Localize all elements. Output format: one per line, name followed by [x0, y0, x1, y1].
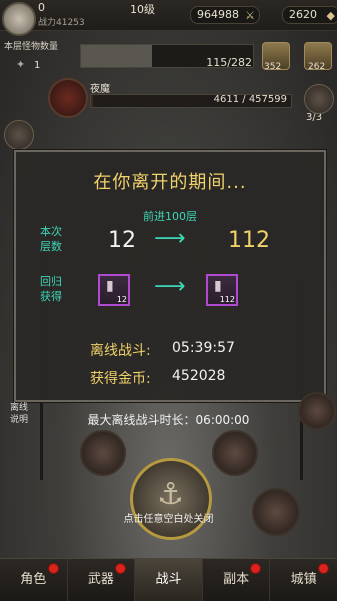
skill-button[interactable] — [298, 392, 336, 430]
item-new-count: 112 — [219, 295, 235, 304]
boss-hp-bar: 4611 / 457599 — [90, 94, 292, 108]
modal-title: 在你离开的期间... — [93, 172, 247, 193]
notification-dot — [115, 563, 127, 574]
resource-pill-2[interactable]: 2620 ◆ — [282, 6, 337, 24]
arrow-right-icon: ⟶ — [154, 226, 186, 251]
tab-town[interactable]: 城镇 — [270, 559, 337, 601]
monster-count-label: 本层怪物数量 — [4, 42, 59, 52]
side-menu-button[interactable] — [304, 84, 334, 114]
close-hint: 点击任意空白处关闭 — [123, 514, 214, 525]
bottom-nav: 角色 武器 战斗 副本 城镇 — [0, 558, 337, 601]
skill-button[interactable] — [80, 430, 126, 476]
tab-weapons[interactable]: 武器 — [68, 559, 136, 601]
tab-label: 角色 — [20, 572, 47, 587]
boss-avatar — [48, 78, 88, 118]
offline-battle-value: 05:39:57 — [172, 340, 235, 356]
return-rewards-label: 回归获得 — [40, 275, 62, 303]
side-menu-button[interactable] — [4, 120, 34, 150]
tab-label: 城镇 — [290, 572, 317, 587]
boss-name: 夜魔 — [90, 84, 110, 95]
tab-battle[interactable]: 战斗 — [135, 559, 203, 601]
skill-button[interactable] — [212, 430, 258, 476]
tab-label: 武器 — [87, 572, 114, 587]
rank-label: 10级 — [130, 3, 155, 16]
tab-dungeon[interactable]: 副本 — [203, 559, 271, 601]
offline-info-label[interactable]: 离线说明 — [10, 402, 30, 426]
notification-dot — [47, 563, 59, 574]
tab-label: 战斗 — [155, 572, 182, 587]
boss-hp-fill — [91, 95, 93, 107]
notification-dot — [250, 563, 262, 574]
tab-label: 副本 — [223, 572, 250, 587]
stage-progress-text: 115/282 — [206, 56, 252, 69]
chest-count-1: 352 — [264, 62, 282, 72]
door-icon: ▮ — [214, 278, 222, 294]
anchor-icon: ⚓ — [157, 477, 184, 512]
notification-dot — [317, 563, 329, 574]
max-offline-duration: 最大离线战斗时长：06:00:00 — [87, 413, 250, 427]
resource-value-1: 964988 — [197, 8, 239, 21]
door-icon: ▮ — [106, 278, 114, 294]
reward-item-new[interactable]: ▮ 112 — [206, 274, 238, 306]
tab-character[interactable]: 角色 — [0, 559, 68, 601]
top-bar: 0 战力41253 10级 964988 ⚔ 2620 ◆ — [0, 0, 337, 36]
player-level: 0 — [38, 1, 45, 14]
floors-old: 12 — [108, 228, 136, 253]
resource-pill-1[interactable]: 964988 ⚔ — [190, 6, 260, 24]
floors-label: 本次层数 — [40, 225, 62, 253]
chest-count-2: 262 — [308, 62, 326, 72]
reward-item-old[interactable]: ▮ 12 — [98, 274, 130, 306]
boss-hp-text: 4611 / 457599 — [213, 94, 287, 105]
player-avatar[interactable] — [2, 2, 36, 36]
main-attack-button[interactable]: ⚓ — [130, 458, 212, 540]
gold-value: 452028 — [172, 368, 226, 384]
resource-value-2: 2620 — [289, 8, 317, 21]
arrow-right-icon: ⟶ — [154, 274, 186, 299]
floors-new: 112 — [228, 228, 270, 253]
offline-battle-label: 离线战斗: — [90, 343, 151, 359]
item-old-count: 12 — [116, 295, 127, 304]
advance-text: 前进100层 — [143, 210, 197, 223]
gold-label: 获得金币: — [90, 371, 151, 387]
combat-power: 战力41253 — [38, 18, 85, 28]
offline-rewards-modal: 在你离开的期间... 前进100层 本次层数 12 ⟶ 112 回归获得 ▮ 1… — [14, 150, 326, 402]
crossed-swords-icon: ⚔ — [245, 9, 255, 22]
gem-icon: ◆ — [326, 9, 335, 22]
